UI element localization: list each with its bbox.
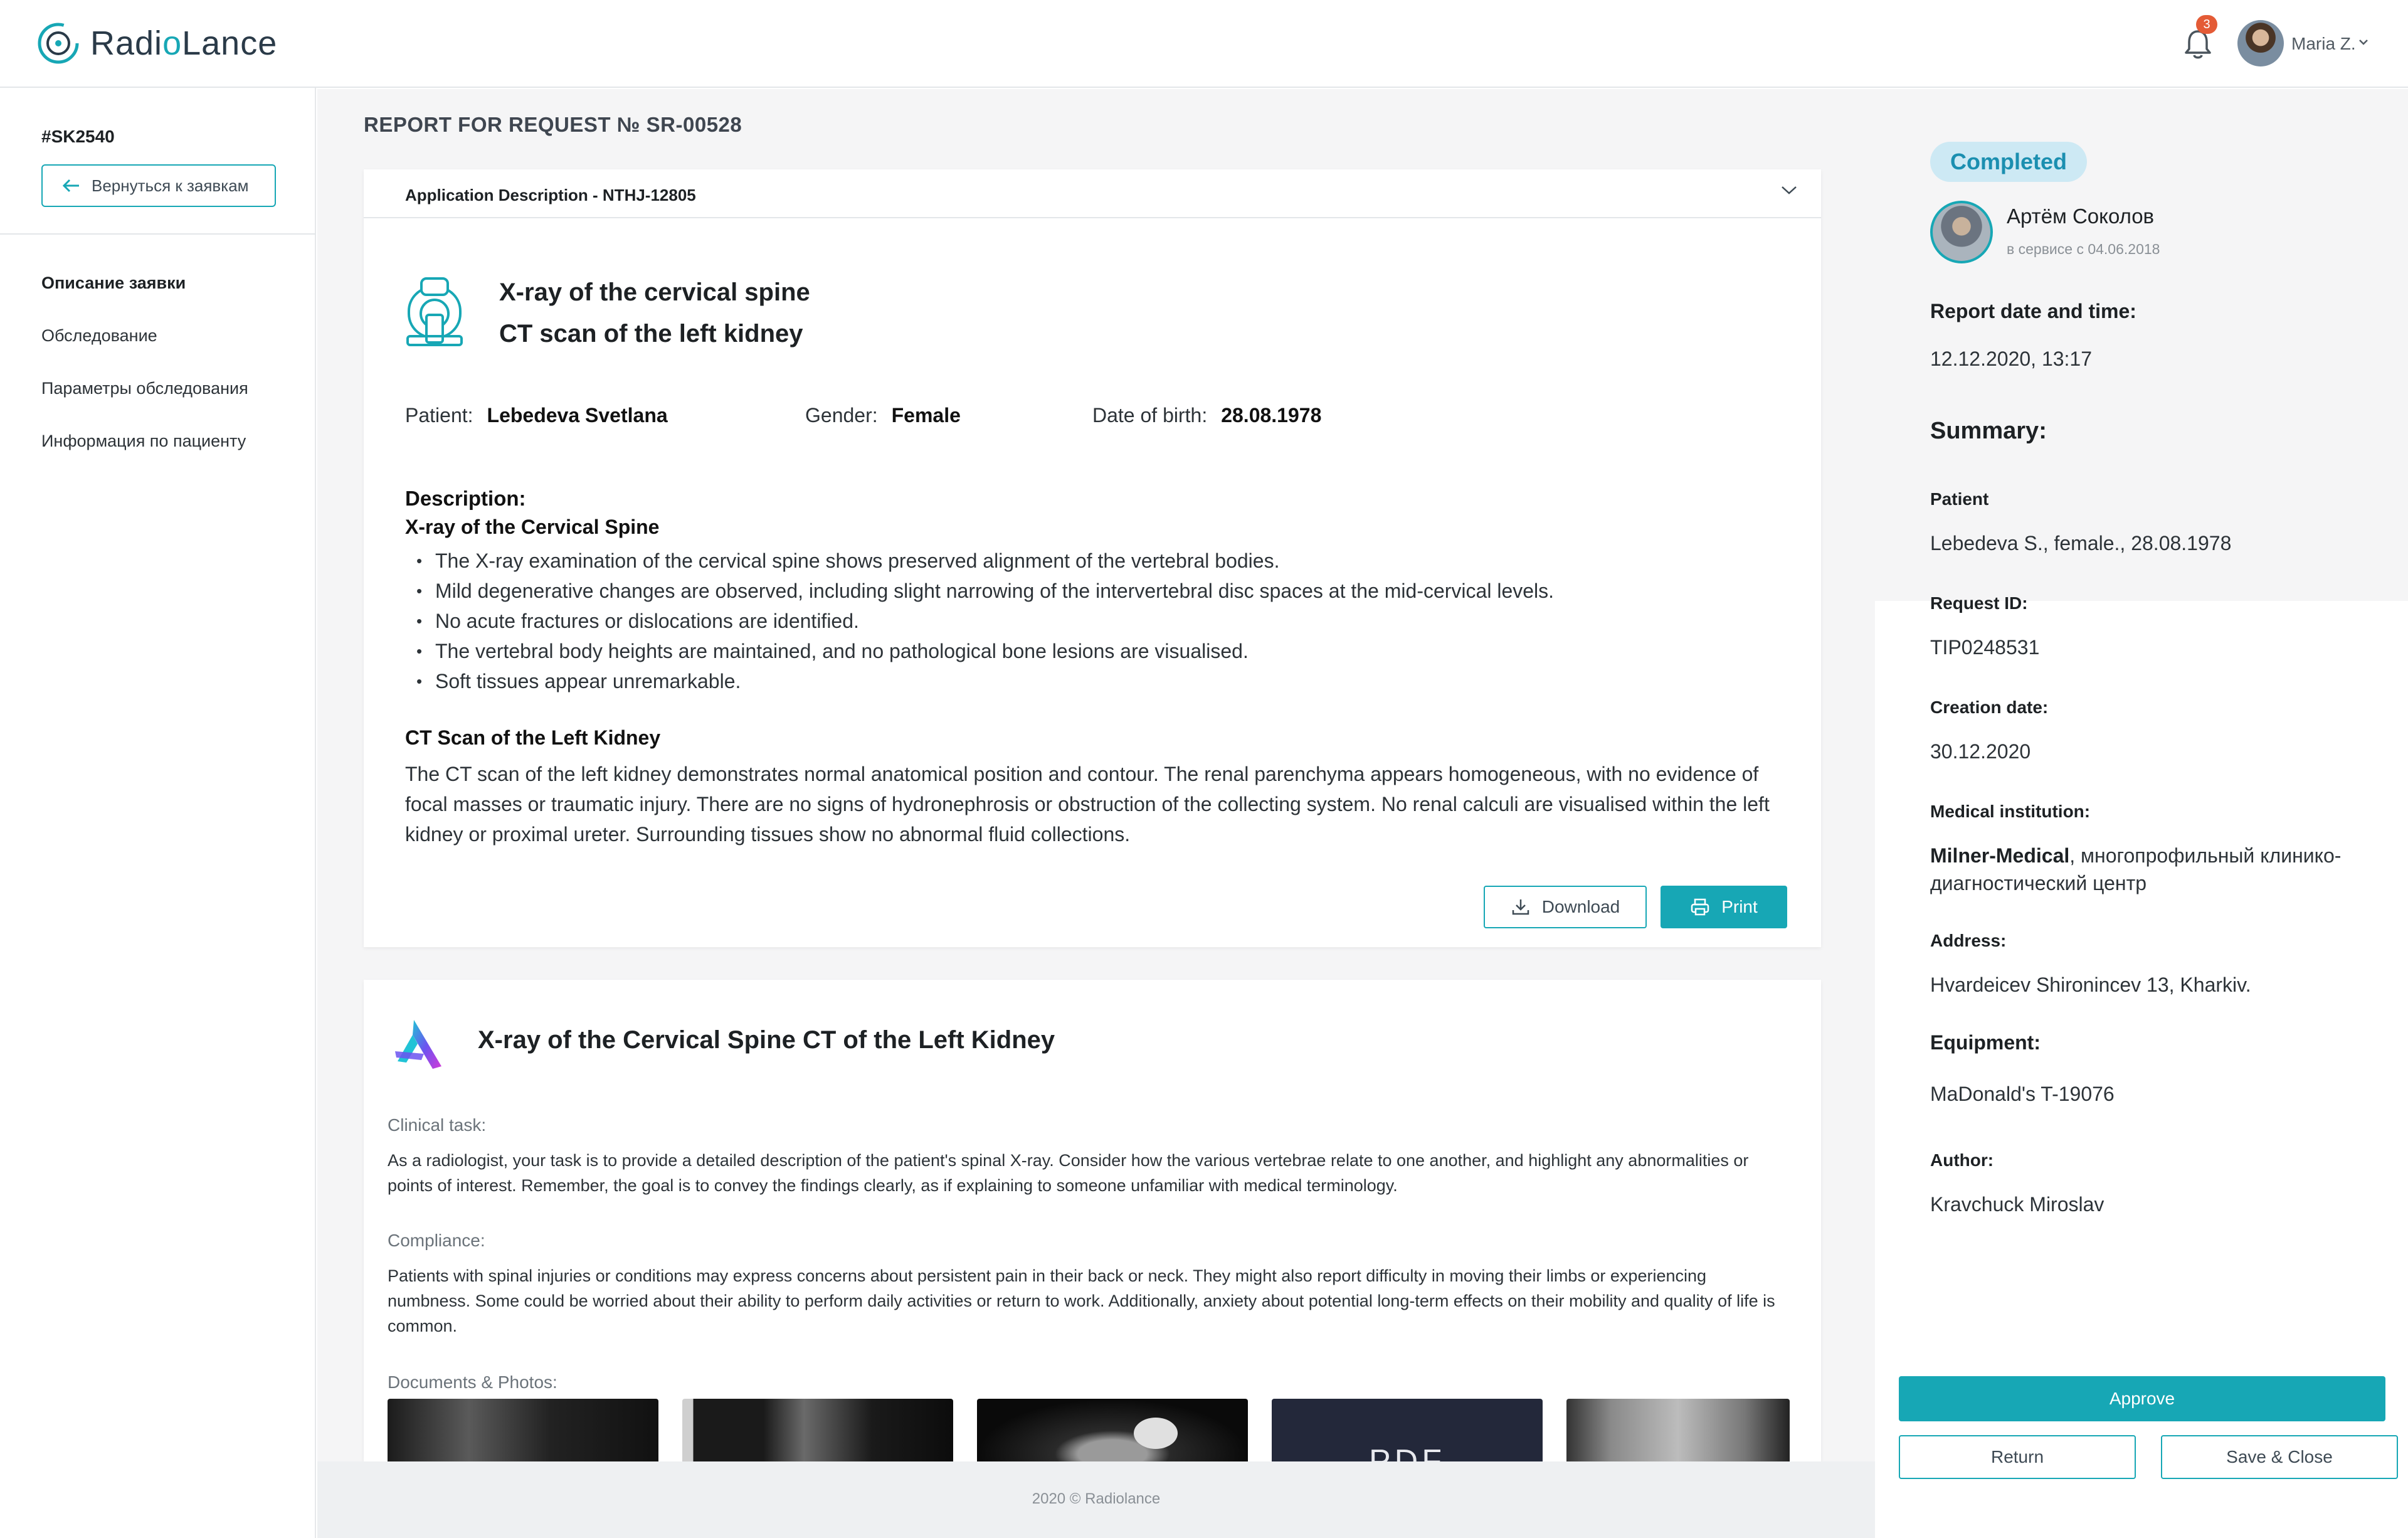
patient-label: Patient:	[405, 404, 473, 427]
patient-field: Patient: Lebedeva Svetlana	[405, 404, 668, 427]
dob-field: Date of birth: 28.08.1978	[1092, 404, 1321, 427]
description-heading: Description:	[405, 487, 526, 510]
address-label: Address:	[1930, 931, 2007, 950]
notification-badge: 3	[2196, 15, 2217, 34]
footer: 2020 © Radiolance	[317, 1461, 1875, 1538]
gender-label: Gender:	[805, 404, 878, 427]
sidebar-item-patient-info[interactable]: Информация по пациенту	[41, 432, 246, 451]
doctor-name[interactable]: Артём Соколов	[2007, 204, 2154, 228]
equipment-value: MaDonald's T-19076	[1930, 1083, 2115, 1105]
dob-label: Date of birth:	[1092, 404, 1208, 427]
page-title: REPORT FOR REQUEST № SR-00528	[364, 113, 742, 136]
save-close-button[interactable]: Save & Close	[2161, 1435, 2398, 1479]
institution-label: Medical institution:	[1930, 802, 2091, 821]
task-title: X-ray of the Cervical Spine CT of the Le…	[478, 1026, 1055, 1054]
back-to-requests-button[interactable]: Вернуться к заявкам	[41, 164, 276, 207]
clinical-task-text: As a radiologist, your task is to provid…	[388, 1151, 1749, 1195]
application-description-header[interactable]: Application Description - NTHJ-12805	[364, 169, 1821, 218]
summary-patient-label: Patient	[1930, 489, 1989, 509]
compliance-label: Compliance:	[388, 1231, 485, 1250]
left-sidebar: #SK2540 Вернуться к заявкам Описание зая…	[0, 88, 316, 1538]
chevron-down-icon[interactable]	[1780, 183, 1798, 197]
download-button[interactable]: Download	[1484, 886, 1647, 928]
ct-findings-text: The CT scan of the left kidney demonstra…	[405, 763, 1770, 846]
application-description-label: Application Description - NTHJ-12805	[405, 186, 696, 204]
request-id-value: TIP0248531	[1930, 636, 2040, 659]
document-thumbnail[interactable]	[682, 1399, 953, 1461]
list-item: Mild degenerative changes are observed, …	[405, 576, 1785, 606]
main-content: REPORT FOR REQUEST № SR-00528 Applicatio…	[317, 89, 1875, 1461]
back-button-label: Вернуться к заявкам	[92, 176, 249, 195]
creation-date-value: 30.12.2020	[1930, 740, 2031, 763]
list-item: The X-ray examination of the cervical sp…	[405, 546, 1785, 576]
gender-value: Female	[891, 404, 961, 427]
equipment-label: Equipment:	[1930, 1031, 2041, 1054]
radiolance-logo-icon	[38, 23, 79, 64]
report-datetime-label: Report date and time:	[1930, 300, 2136, 322]
clinical-task-label: Clinical task:	[388, 1115, 487, 1135]
print-button[interactable]: Print	[1661, 886, 1787, 928]
return-button[interactable]: Return	[1899, 1435, 2136, 1479]
doctor-avatar	[1930, 201, 1993, 263]
address-value: Hvardeicev Shironincev 13, Kharkiv.	[1930, 973, 2251, 996]
creation-date-label: Creation date:	[1930, 697, 2049, 717]
patient-value: Lebedeva Svetlana	[487, 404, 668, 427]
gender-field: Gender: Female	[805, 404, 961, 427]
logo-part-c: Lance	[182, 24, 278, 62]
author-label: Author:	[1930, 1150, 1994, 1170]
radiolance-brand-icon	[395, 1020, 441, 1069]
download-icon	[1512, 899, 1529, 915]
pdf-thumbnail[interactable]: PDF	[1272, 1399, 1543, 1461]
report-datetime-value: 12.12.2020, 13:17	[1930, 347, 2093, 370]
author-value: Kravchuck Miroslav	[1930, 1193, 2104, 1216]
approve-button[interactable]: Approve	[1899, 1376, 2385, 1421]
compliance-text: Patients with spinal injuries or conditi…	[388, 1266, 1775, 1335]
download-label: Download	[1541, 897, 1620, 916]
list-item: Soft tissues appear unremarkable.	[405, 666, 1785, 696]
sidebar-divider	[0, 233, 316, 235]
logo-part-a: Radi	[90, 24, 163, 62]
institution-name: Milner-Medical	[1930, 844, 2070, 867]
list-item: No acute fractures or dislocations are i…	[405, 606, 1785, 636]
document-thumbnail[interactable]	[388, 1399, 658, 1461]
user-name[interactable]: Maria Z.	[2291, 34, 2356, 54]
logo-part-b: o	[162, 24, 182, 62]
top-header: RadioLance 3 Maria Z.	[0, 0, 2408, 88]
xray-heading: X-ray of the Cervical Spine	[405, 516, 660, 538]
doctor-since: в сервисе с 04.06.2018	[2007, 241, 2160, 257]
request-id-label: Request ID:	[1930, 593, 2028, 613]
printer-icon	[1691, 898, 1709, 916]
institution-value: Milner-Medical, многопрофильный клинико-…	[1930, 842, 2382, 897]
sidebar-item-request-description[interactable]: Описание заявки	[41, 273, 186, 293]
list-item: The vertebral body heights are maintaine…	[405, 636, 1785, 666]
scanner-icon	[406, 277, 463, 346]
dob-value: 28.08.1978	[1221, 404, 1322, 427]
copyright-text: 2020 © Radiolance	[1032, 1490, 1161, 1507]
summary-label: Summary:	[1930, 418, 2047, 444]
print-label: Print	[1721, 897, 1758, 916]
sidebar-item-examination-parameters[interactable]: Параметры обследования	[41, 379, 248, 398]
ct-heading: CT Scan of the Left Kidney	[405, 726, 661, 749]
arrow-left-icon	[62, 179, 79, 193]
document-thumbnail[interactable]	[1566, 1399, 1790, 1461]
sidebar-item-examination[interactable]: Обследование	[41, 326, 157, 346]
task-card: X-ray of the Cervical Spine CT of the Le…	[364, 980, 1821, 1461]
status-badge: Completed	[1930, 142, 2088, 182]
xray-findings-list: The X-ray examination of the cervical sp…	[405, 546, 1785, 696]
exam-title-xray: X-ray of the cervical spine	[499, 278, 810, 306]
user-avatar[interactable]	[2237, 20, 2284, 66]
exam-title-ct: CT scan of the left kidney	[499, 320, 803, 347]
chevron-down-icon[interactable]	[2358, 36, 2369, 48]
logo-wordmark: RadioLance	[90, 24, 277, 63]
request-id-label: #SK2540	[41, 127, 115, 146]
app-logo[interactable]: RadioLance	[36, 21, 277, 65]
document-thumbnail[interactable]	[977, 1399, 1248, 1461]
summary-patient-value: Lebedeva S., female., 28.08.1978	[1930, 532, 2232, 554]
documents-label: Documents & Photos:	[388, 1372, 557, 1392]
application-card: Application Description - NTHJ-12805 X-r…	[364, 169, 1821, 947]
